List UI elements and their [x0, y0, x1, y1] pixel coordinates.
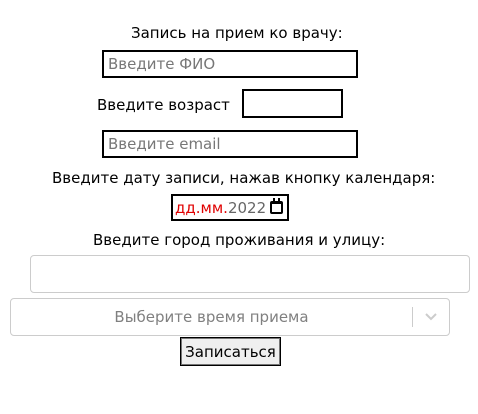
date-input[interactable]: дд. мм. 2022: [171, 194, 289, 221]
date-month-field[interactable]: мм: [201, 199, 224, 217]
age-input[interactable]: [242, 89, 343, 118]
address-input[interactable]: [30, 255, 470, 293]
email-input[interactable]: Введите email: [102, 130, 358, 158]
appointment-time-select[interactable]: Выберите время приема: [10, 298, 450, 336]
date-year-field[interactable]: 2022: [228, 199, 266, 217]
full-name-input[interactable]: Введите ФИО: [102, 50, 358, 78]
address-label: Введите город проживания и улицу:: [93, 231, 386, 249]
form-title: Запись на прием ко врачу:: [131, 24, 343, 42]
date-label: Введите дату записи, нажав кнопку календ…: [52, 169, 436, 187]
email-placeholder: Введите email: [108, 135, 221, 153]
calendar-icon[interactable]: [270, 198, 284, 214]
chevron-down-icon[interactable]: [413, 298, 449, 336]
appointment-form: Запись на прием ко врачу: Введите ФИО Вв…: [0, 0, 478, 414]
age-label: Введите возраст: [97, 96, 230, 114]
date-day-field[interactable]: дд: [175, 199, 196, 217]
appointment-time-placeholder: Выберите время приема: [114, 308, 309, 326]
submit-button[interactable]: Записаться: [180, 337, 281, 366]
full-name-placeholder: Введите ФИО: [108, 55, 216, 73]
